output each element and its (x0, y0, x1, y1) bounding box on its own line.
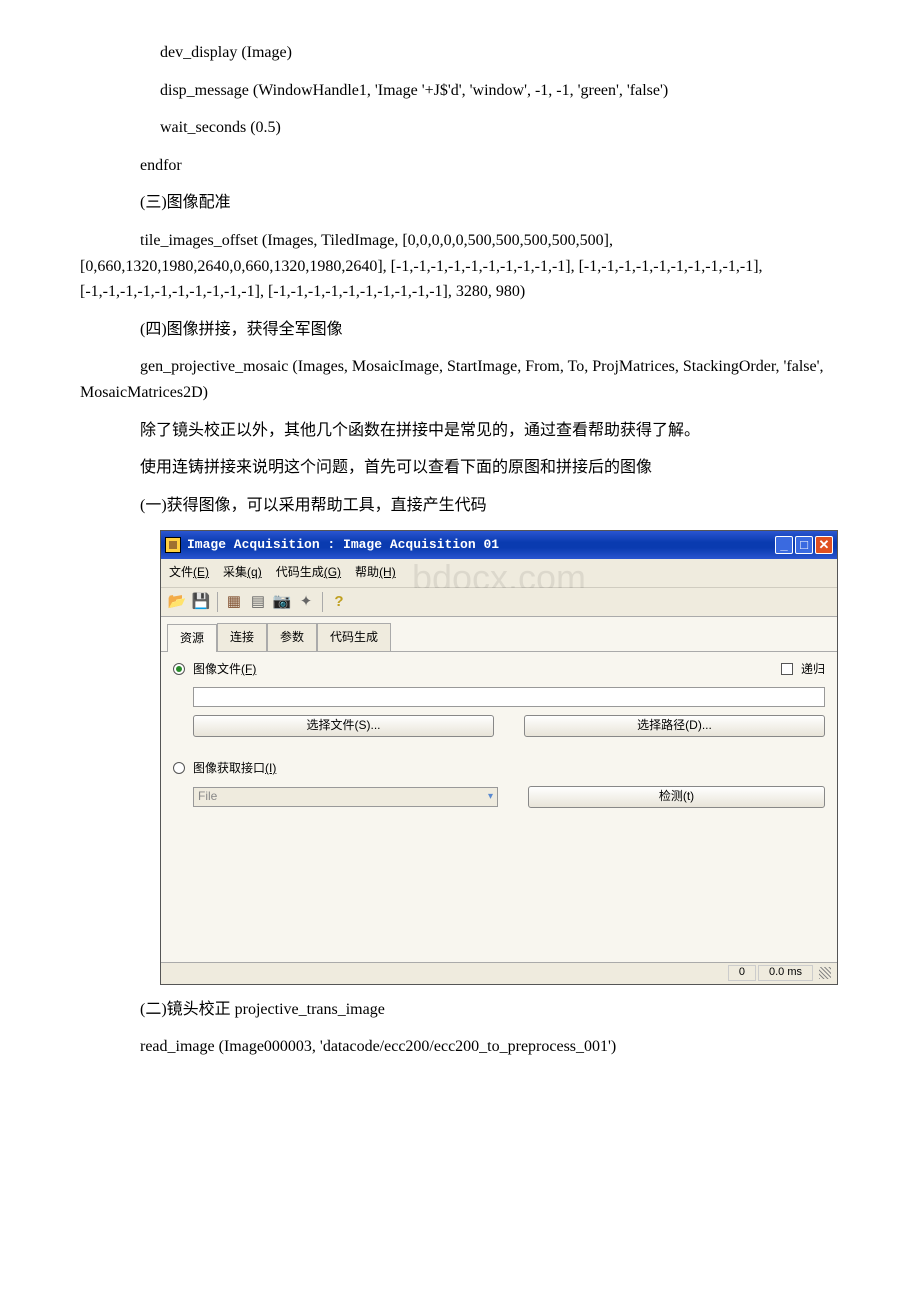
doc-line: 使用连铸拼接来说明这个问题，首先可以查看下面的原图和拼接后的图像 (80, 455, 840, 481)
menu-acquire[interactable]: 采集(q) (223, 563, 262, 582)
radio-image-file[interactable] (173, 663, 185, 675)
select-file-button[interactable]: 选择文件(S)... (193, 715, 494, 737)
detect-button[interactable]: 检测(t) (528, 786, 825, 808)
tab-bar: 资源 连接 参数 代码生成 (161, 617, 837, 652)
menubar: bdocx.com 文件(E) 采集(q) 代码生成(G) 帮助(H) (161, 559, 837, 587)
radio-interface[interactable] (173, 762, 185, 774)
window-title: Image Acquisition : Image Acquisition 01 (187, 535, 775, 556)
image-file-label: 图像文件(F) (193, 660, 256, 679)
app-icon (165, 537, 181, 553)
recursive-label: 递归 (801, 660, 825, 679)
doc-line: 除了镜头校正以外，其他几个函数在拼接中是常见的，通过查看帮助获得了解。 (80, 418, 840, 444)
doc-line: gen_projective_mosaic (Images, MosaicIma… (80, 354, 840, 405)
menu-help[interactable]: 帮助(H) (355, 563, 396, 582)
doc-line: read_image (Image000003, 'datacode/ecc20… (80, 1034, 840, 1060)
snap-icon[interactable]: ▤ (248, 592, 268, 612)
connect-icon[interactable]: ▦ (224, 592, 244, 612)
menu-codegen[interactable]: 代码生成(G) (276, 563, 341, 582)
titlebar[interactable]: Image Acquisition : Image Acquisition 01… (161, 531, 837, 559)
resize-grip-icon[interactable] (819, 967, 831, 979)
doc-line: (三)图像配准 (80, 190, 840, 216)
tab-params[interactable]: 参数 (267, 623, 317, 651)
record-icon[interactable]: ✦ (296, 592, 316, 612)
interface-label: 图像获取接口(I) (193, 759, 276, 778)
toolbar: 📂 💾 ▦ ▤ 📷 ✦ ? (161, 588, 837, 617)
tab-connect[interactable]: 连接 (217, 623, 267, 651)
camera-icon[interactable]: 📷 (272, 592, 292, 612)
close-button[interactable]: ✕ (815, 536, 833, 554)
minimize-button[interactable]: _ (775, 536, 793, 554)
save-icon[interactable]: 💾 (191, 592, 211, 612)
image-acquisition-window: Image Acquisition : Image Acquisition 01… (160, 530, 838, 984)
tab-codegen[interactable]: 代码生成 (317, 623, 391, 651)
maximize-button[interactable]: □ (795, 536, 813, 554)
doc-line: (四)图像拼接，获得全军图像 (80, 317, 840, 343)
chevron-down-icon: ▾ (488, 789, 493, 805)
doc-line: dev_display (Image) (80, 40, 840, 66)
doc-line: disp_message (WindowHandle1, 'Image '+J$… (80, 78, 840, 104)
interface-select[interactable]: File ▾ (193, 787, 498, 807)
doc-line: endfor (80, 153, 840, 179)
open-icon[interactable]: 📂 (167, 592, 187, 612)
image-file-path-input[interactable] (193, 687, 825, 707)
doc-line: (一)获得图像，可以采用帮助工具，直接产生代码 (80, 493, 840, 519)
tab-resource[interactable]: 资源 (167, 624, 217, 652)
interface-select-value: File (198, 787, 217, 806)
select-path-button[interactable]: 选择路径(D)... (524, 715, 825, 737)
tab-content: 图像文件(F) 递归 选择文件(S)... 选择路径(D)... 图像获取接口(… (161, 652, 837, 962)
doc-line: tile_images_offset (Images, TiledImage, … (80, 228, 840, 305)
help-icon[interactable]: ? (329, 592, 349, 612)
status-count: 0 (728, 965, 756, 981)
doc-line: wait_seconds (0.5) (80, 115, 840, 141)
recursive-checkbox[interactable] (781, 663, 793, 675)
statusbar: 0 0.0 ms (161, 962, 837, 984)
status-time: 0.0 ms (758, 965, 813, 981)
menu-file[interactable]: 文件(E) (169, 563, 209, 582)
doc-line: (二)镜头校正 projective_trans_image (80, 997, 840, 1023)
